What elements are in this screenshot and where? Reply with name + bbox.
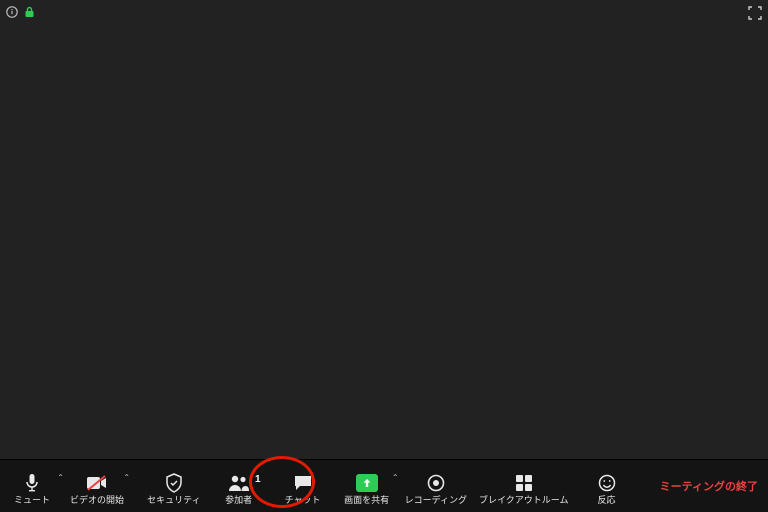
mute-label: ミュート bbox=[14, 494, 50, 506]
participants-icon bbox=[227, 472, 251, 494]
video-label: ビデオの開始 bbox=[70, 494, 124, 506]
chevron-up-icon[interactable]: ⌃ bbox=[57, 472, 64, 484]
smile-icon bbox=[598, 472, 616, 494]
record-icon bbox=[427, 472, 445, 494]
record-label: レコーディング bbox=[405, 494, 467, 506]
meeting-window: ⌃ ミュート ⌃ ビデオの開始 セキュリティ bbox=[0, 0, 768, 512]
participants-button[interactable]: 1 参加者 bbox=[207, 468, 271, 512]
breakout-label: ブレイクアウトルーム bbox=[479, 494, 569, 506]
video-off-icon bbox=[86, 472, 108, 494]
security-label: セキュリティ bbox=[147, 494, 200, 506]
breakout-icon bbox=[515, 472, 533, 494]
share-label: 画面を共有 bbox=[344, 494, 389, 506]
chat-label: チャット bbox=[285, 494, 321, 506]
end-meeting-button[interactable]: ミーティングの終了 bbox=[660, 478, 758, 494]
start-video-button[interactable]: ⌃ ビデオの開始 bbox=[64, 468, 130, 512]
microphone-icon bbox=[24, 472, 40, 494]
breakout-rooms-button[interactable]: ブレイクアウトルーム bbox=[473, 468, 575, 512]
shield-icon bbox=[165, 472, 183, 494]
record-button[interactable]: レコーディング bbox=[399, 468, 473, 512]
info-icon[interactable] bbox=[6, 6, 18, 18]
reactions-button[interactable]: 反応 bbox=[575, 468, 639, 512]
share-screen-button[interactable]: ⌃ 画面を共有 bbox=[335, 468, 399, 512]
chevron-up-icon[interactable]: ⌃ bbox=[392, 472, 399, 484]
meeting-toolbar: ⌃ ミュート ⌃ ビデオの開始 セキュリティ bbox=[0, 459, 768, 512]
chevron-up-icon[interactable]: ⌃ bbox=[123, 472, 130, 484]
share-screen-icon bbox=[356, 474, 378, 492]
chat-button[interactable]: チャット bbox=[271, 468, 335, 512]
participants-label: 参加者 bbox=[225, 494, 252, 506]
participants-count: 1 bbox=[255, 474, 261, 486]
security-button[interactable]: セキュリティ bbox=[141, 468, 206, 512]
reactions-label: 反応 bbox=[598, 494, 616, 506]
fullscreen-icon[interactable] bbox=[748, 6, 762, 20]
mute-button[interactable]: ⌃ ミュート bbox=[0, 468, 64, 512]
lock-icon bbox=[24, 6, 35, 18]
chat-icon bbox=[293, 472, 313, 494]
